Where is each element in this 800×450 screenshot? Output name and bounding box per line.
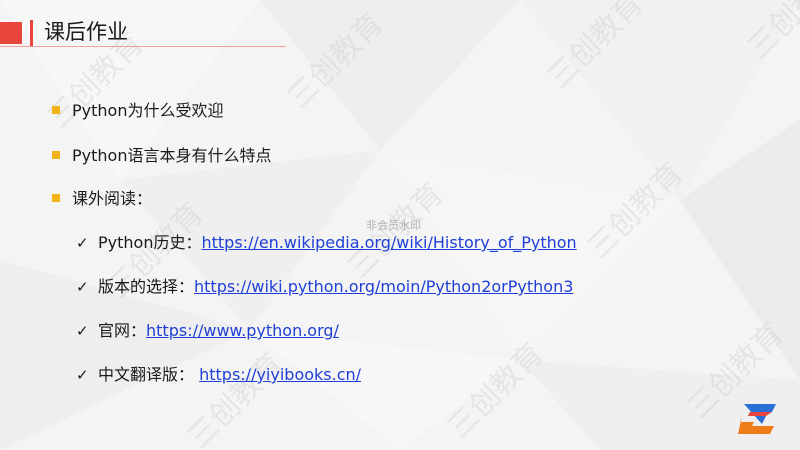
reading-label-text: 中文翻译版： <box>98 365 195 384</box>
bullet-text: Python为什么受欢迎 <box>72 101 224 120</box>
title-underline <box>0 46 286 47</box>
slide-title: 课后作业 <box>44 20 128 44</box>
reading-label-text: Python历史： <box>98 233 202 252</box>
title-red-divider <box>30 20 33 46</box>
bullet-square-icon <box>52 194 60 202</box>
bullet-text: Python语言本身有什么特点 <box>72 146 272 165</box>
reading-link[interactable]: https://wiki.python.org/moin/Python2orPy… <box>194 277 573 296</box>
reading-item-label: Python历史：https://en.wikipedia.org/wiki/H… <box>98 228 577 258</box>
reading-item-label: 官网：https://www.python.org/ <box>98 316 339 346</box>
bullet-text: 课外阅读： <box>72 189 153 208</box>
reading-label-text: 版本的选择： <box>98 277 195 296</box>
bullet-square-icon <box>52 151 60 159</box>
reading-link[interactable]: https://yiyibooks.cn/ <box>199 365 361 384</box>
sanchuang-logo-icon <box>738 404 776 434</box>
check-icon: ✓ <box>76 322 89 340</box>
reading-item-label: 版本的选择：https://wiki.python.org/moin/Pytho… <box>98 272 573 302</box>
title-red-block <box>0 22 22 44</box>
reading-label-text: 官网： <box>98 321 147 340</box>
check-icon: ✓ <box>76 278 89 296</box>
reading-link[interactable]: https://en.wikipedia.org/wiki/History_of… <box>201 233 576 252</box>
reading-link[interactable]: https://www.python.org/ <box>146 321 339 340</box>
reading-item-label: 中文翻译版： https://yiyibooks.cn/ <box>98 360 361 390</box>
bullet-square-icon <box>52 106 60 114</box>
check-icon: ✓ <box>76 234 89 252</box>
check-icon: ✓ <box>76 366 89 384</box>
